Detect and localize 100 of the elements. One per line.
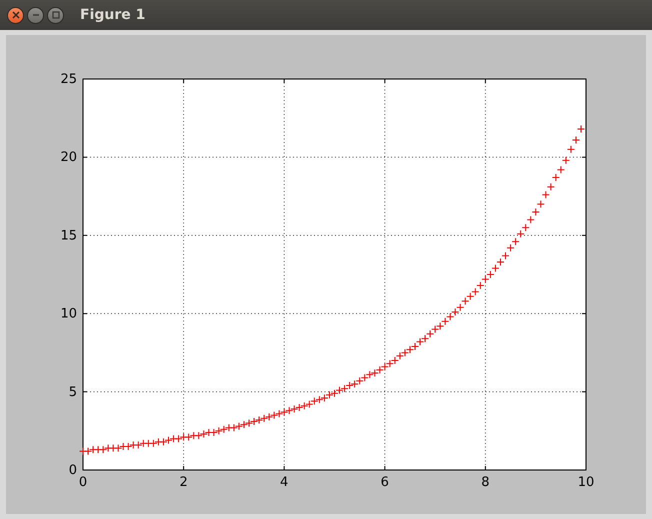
data-point — [536, 200, 545, 208]
data-point — [265, 412, 274, 421]
data-point — [154, 438, 162, 446]
data-point — [325, 390, 334, 399]
data-point — [350, 380, 359, 388]
data-point — [204, 428, 213, 436]
data-point — [320, 394, 328, 402]
data-point — [255, 416, 264, 424]
close-icon — [12, 11, 20, 19]
data-point — [305, 400, 314, 408]
data-point — [280, 408, 288, 416]
data-point — [240, 420, 248, 429]
y-tick-label: 5 — [68, 384, 77, 400]
data-point — [410, 342, 419, 350]
data-point — [502, 252, 510, 260]
data-point — [542, 190, 550, 199]
data-point — [396, 352, 404, 360]
y-tick-label: 10 — [60, 306, 77, 322]
data-point — [170, 434, 178, 443]
data-point — [180, 433, 188, 442]
data-point — [184, 433, 193, 442]
data-point — [491, 264, 500, 272]
data-point — [114, 444, 122, 452]
data-point — [295, 403, 304, 412]
minimize-button[interactable] — [27, 6, 44, 24]
data-point — [260, 414, 268, 422]
data-point — [380, 362, 389, 371]
data-point — [214, 426, 223, 435]
data-point — [471, 288, 480, 296]
data-point — [532, 208, 540, 216]
maximize-icon — [52, 11, 60, 19]
data-point — [149, 439, 158, 448]
data-point — [546, 182, 555, 191]
data-point — [159, 438, 168, 446]
data-point — [476, 281, 484, 290]
data-point — [139, 439, 148, 448]
data-point — [461, 297, 470, 306]
y-tick-label: 20 — [60, 150, 77, 166]
data-point — [516, 230, 525, 238]
data-point — [275, 410, 284, 418]
data-point — [336, 386, 344, 394]
x-tick-label: 4 — [280, 475, 288, 490]
data-point — [526, 216, 535, 224]
data-point — [512, 238, 520, 246]
data-point — [99, 446, 108, 454]
data-point — [84, 447, 92, 456]
x-tick-label: 10 — [578, 475, 594, 490]
data-point — [390, 356, 399, 365]
data-point — [562, 156, 570, 164]
data-point — [552, 174, 560, 182]
data-point — [224, 424, 233, 432]
maximize-button[interactable] — [47, 6, 64, 24]
y-tick-label: 0 — [68, 463, 77, 478]
data-point — [436, 322, 444, 330]
x-tick-label: 2 — [179, 475, 188, 490]
window-title: Figure 1 — [80, 7, 146, 23]
data-point — [234, 422, 243, 430]
data-point — [456, 303, 464, 312]
data-point — [340, 384, 349, 393]
data-point — [446, 312, 454, 321]
data-point — [194, 432, 203, 440]
data-point — [481, 275, 490, 284]
data-point — [366, 370, 374, 379]
data-point — [426, 330, 434, 338]
data-point — [431, 325, 440, 334]
data-point — [421, 334, 430, 343]
data-point — [451, 308, 460, 316]
data-point — [210, 428, 218, 436]
data-point — [522, 224, 530, 232]
data-point — [315, 396, 324, 404]
data-point — [119, 442, 128, 451]
data-point — [346, 382, 354, 390]
data-point — [310, 397, 318, 406]
data-point — [506, 244, 515, 252]
data-point — [406, 346, 414, 354]
data-point — [89, 446, 98, 454]
data-point — [370, 369, 379, 378]
data-point — [285, 406, 294, 415]
y-tick-label: 25 — [60, 72, 77, 87]
data-point — [134, 440, 142, 449]
data-point — [250, 418, 258, 426]
data-point — [441, 317, 450, 326]
data-point — [230, 424, 238, 432]
x-tick-label: 6 — [380, 475, 389, 490]
data-point — [466, 292, 474, 300]
data-point — [129, 440, 138, 449]
x-tick-label: 0 — [78, 475, 88, 490]
data-point — [174, 434, 183, 443]
data-point — [356, 376, 364, 385]
data-point — [386, 360, 394, 368]
data-point — [109, 444, 118, 452]
data-point — [300, 402, 308, 410]
data-point — [400, 348, 409, 357]
data-point — [576, 125, 585, 134]
data-point — [566, 145, 575, 154]
data-point — [376, 366, 384, 374]
data-point — [220, 425, 228, 434]
close-button[interactable] — [7, 6, 24, 24]
data-point — [200, 430, 208, 438]
data-point — [190, 432, 198, 440]
